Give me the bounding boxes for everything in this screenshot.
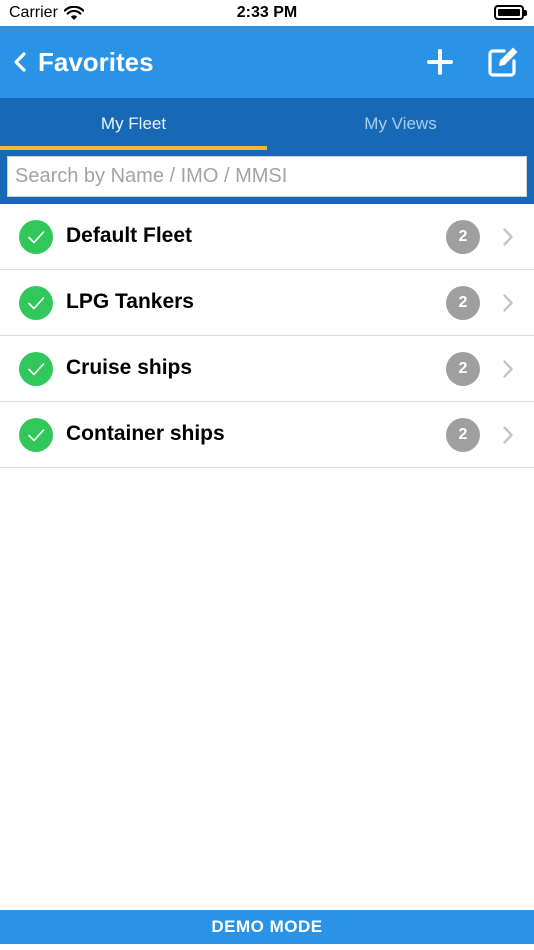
edit-button[interactable]	[484, 43, 522, 81]
vessel-count-badge: 2	[446, 286, 480, 320]
fleet-name: Container ships	[66, 422, 225, 445]
chevron-right-icon	[503, 294, 513, 312]
compose-icon	[488, 47, 518, 77]
status-bar: Carrier 2:33 PM	[0, 0, 534, 26]
fleet-list: Default Fleet 2 LPG Tankers 2 Cruise shi…	[0, 204, 534, 468]
back-button[interactable]: Favorites	[12, 26, 154, 98]
chevron-right-icon	[503, 360, 513, 378]
home-indicator-area	[0, 944, 534, 950]
search-bar	[0, 150, 534, 204]
add-fleet-button[interactable]	[422, 44, 458, 80]
fleet-name: Cruise ships	[66, 356, 193, 379]
check-circle-icon[interactable]	[19, 286, 53, 320]
tab-my-views[interactable]: My Views	[267, 98, 534, 150]
chevron-right-icon	[503, 426, 513, 444]
status-time: 2:33 PM	[236, 4, 298, 21]
tab-my-fleet[interactable]: My Fleet	[0, 98, 267, 150]
chevron-right-icon	[503, 228, 513, 246]
vessel-count-badge: 2	[446, 418, 480, 452]
fleet-row-cruise-ships[interactable]: Cruise ships 2	[0, 336, 534, 402]
fleet-row-default-fleet[interactable]: Default Fleet 2	[0, 204, 534, 270]
fleet-name: Default Fleet	[66, 224, 193, 247]
segment-tabs: My Fleet My Views	[0, 98, 534, 150]
demo-mode-banner: DEMO MODE	[0, 910, 534, 944]
plus-icon	[427, 49, 453, 75]
check-circle-icon[interactable]	[19, 220, 53, 254]
battery-icon	[494, 5, 527, 20]
navigation-bar: Favorites	[0, 26, 534, 98]
vessel-count-badge: 2	[446, 352, 480, 386]
check-circle-icon[interactable]	[19, 352, 53, 386]
page-title: Favorites	[38, 46, 154, 77]
fleet-row-lpg-tankers[interactable]: LPG Tankers 2	[0, 270, 534, 336]
vessel-count-badge: 2	[446, 220, 480, 254]
fleet-row-container-ships[interactable]: Container ships 2	[0, 402, 534, 468]
search-input[interactable]	[7, 156, 527, 197]
favorites-screen: Carrier 2:33 PM Favorites My Fleet My Vi…	[0, 0, 534, 950]
fleet-name: LPG Tankers	[66, 290, 194, 313]
chevron-left-icon	[14, 52, 26, 72]
demo-mode-label: DEMO MODE	[211, 917, 323, 936]
check-circle-icon[interactable]	[19, 418, 53, 452]
